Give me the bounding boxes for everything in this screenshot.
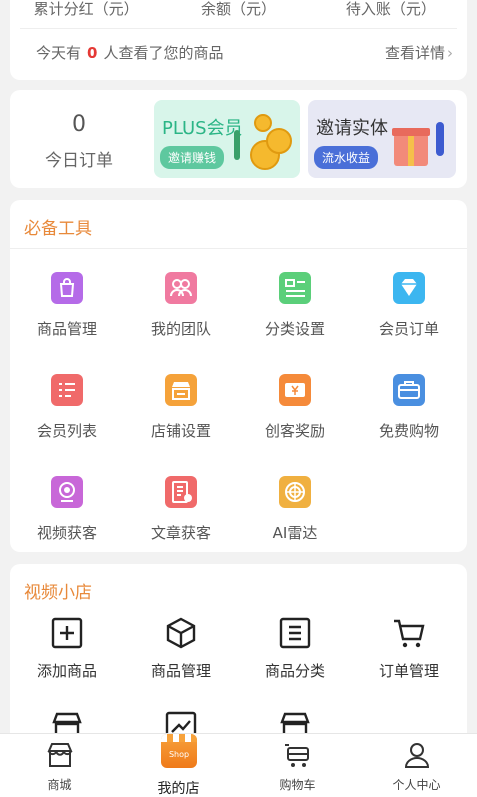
tool-label: 会员列表 bbox=[36, 422, 97, 440]
stat-label-dividend: 累计分红（元） bbox=[33, 0, 139, 18]
nav-label: 我的店 bbox=[157, 781, 200, 797]
nav-label: 个人中心 bbox=[392, 778, 441, 792]
invite-business-banner[interactable]: 邀请实体 流水收益 bbox=[308, 100, 456, 178]
tool-label: 我的团队 bbox=[150, 320, 211, 338]
team-icon bbox=[165, 272, 197, 304]
tool-label: 会员订单 bbox=[378, 320, 439, 338]
tool-label: 店铺设置 bbox=[150, 422, 211, 440]
viewed-notice: 今天有 0 人查看了您的商品 bbox=[36, 42, 223, 63]
tool-label: 免费购物 bbox=[378, 422, 439, 440]
user-icon bbox=[402, 740, 432, 770]
tool-label: 分类设置 bbox=[264, 320, 325, 338]
orders-card: 0 今日订单 PLUS会员 邀请赚钱 邀请实体 流水收益 bbox=[10, 90, 467, 188]
tool-label: 创客奖励 bbox=[264, 422, 325, 440]
banner-pill: 邀请赚钱 bbox=[160, 146, 225, 169]
tool-label: 文章获客 bbox=[150, 524, 211, 542]
shop-badge-text: Shop bbox=[168, 750, 190, 759]
stat-label-pending: 待入账（元） bbox=[345, 0, 436, 18]
shop-label: 商品分类 bbox=[264, 662, 325, 680]
add-product-icon bbox=[50, 616, 84, 650]
tool-label: AI雷达 bbox=[272, 524, 318, 542]
box-icon bbox=[164, 616, 198, 650]
cart-icon bbox=[283, 740, 313, 770]
category-icon bbox=[279, 272, 311, 304]
essential-tools-card: 必备工具 商品管理 我的团队 分类设置 会员订单 会员列表 店铺设置 创客奖励 … bbox=[10, 200, 467, 552]
bottom-nav: 商城 Shop 我的店 购物车 个人中心 bbox=[0, 733, 477, 797]
tool-label: 视频获客 bbox=[36, 524, 97, 542]
shop-label: 商品管理 bbox=[150, 662, 211, 680]
viewed-prefix: 今天有 bbox=[36, 44, 82, 62]
divider bbox=[20, 28, 457, 29]
tool-label: 商品管理 bbox=[36, 320, 97, 338]
store-settings-icon bbox=[165, 374, 197, 406]
today-order-count: 0 bbox=[72, 112, 86, 137]
stat-label-balance: 余额（元） bbox=[200, 0, 276, 18]
shopping-bag-icon bbox=[51, 272, 83, 304]
nav-label: 购物车 bbox=[279, 778, 316, 792]
video-shop-card: 视频小店 添加商品 商品管理 商品分类 订单管理 bbox=[10, 564, 467, 754]
stats-card: 累计分红（元） 余额（元） 待入账（元） 今天有 0 人查看了您的商品 查看详情 › bbox=[10, 0, 467, 80]
category-list-icon bbox=[278, 616, 312, 650]
mall-icon bbox=[45, 740, 75, 770]
toolbox-icon bbox=[393, 374, 425, 406]
section-title: 视频小店 bbox=[24, 583, 92, 603]
divider bbox=[10, 248, 467, 249]
nav-mall[interactable]: 商城 bbox=[0, 734, 119, 797]
article-icon bbox=[165, 476, 197, 508]
nav-cart[interactable]: 购物车 bbox=[238, 734, 357, 797]
my-shop-icon: Shop bbox=[161, 734, 197, 768]
chevron-right-icon: › bbox=[447, 44, 453, 62]
cart-icon bbox=[392, 616, 426, 650]
video-camera-icon bbox=[51, 476, 83, 508]
ticket-icon bbox=[279, 374, 311, 406]
nav-my-shop[interactable]: Shop 我的店 bbox=[119, 734, 238, 797]
viewed-count: 0 bbox=[87, 44, 98, 62]
radar-icon bbox=[279, 476, 311, 508]
viewed-suffix: 人查看了您的商品 bbox=[103, 44, 224, 62]
banner-title: PLUS会员 bbox=[162, 118, 243, 139]
view-details-link[interactable]: 查看详情 › bbox=[385, 42, 453, 63]
banner-title: 邀请实体 bbox=[316, 118, 388, 139]
plus-member-banner[interactable]: PLUS会员 邀请赚钱 bbox=[154, 100, 300, 178]
diamond-icon bbox=[393, 272, 425, 304]
shop-label: 订单管理 bbox=[378, 662, 439, 680]
shop-label: 添加商品 bbox=[36, 662, 97, 680]
today-order-label[interactable]: 今日订单 bbox=[10, 146, 148, 171]
member-list-icon bbox=[51, 374, 83, 406]
banner-pill: 流水收益 bbox=[314, 146, 379, 169]
nav-label: 商城 bbox=[47, 778, 72, 792]
nav-profile[interactable]: 个人中心 bbox=[357, 734, 476, 797]
section-title: 必备工具 bbox=[24, 219, 92, 239]
view-details-label: 查看详情 bbox=[384, 44, 445, 62]
